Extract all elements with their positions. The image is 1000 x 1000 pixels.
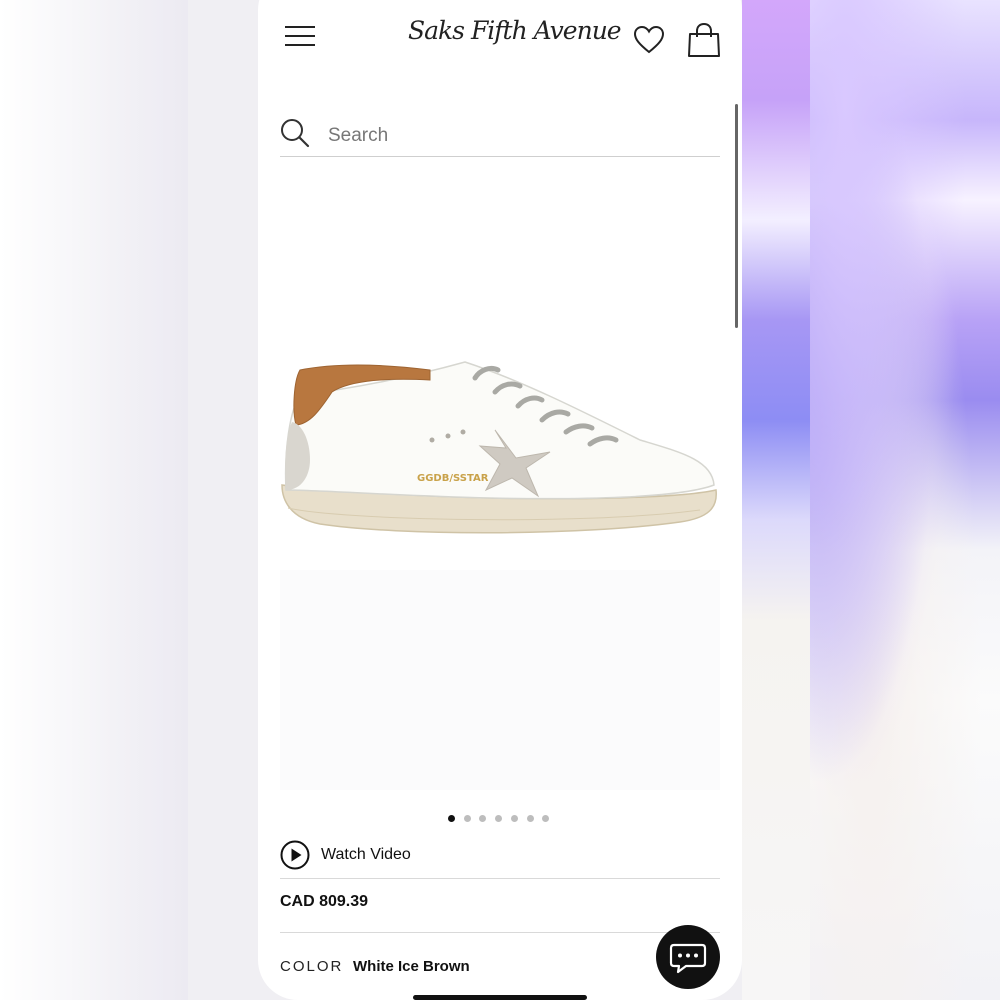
phone-screen: Saks Fifth Avenue Search GGDB/SSTAR Watc… (258, 0, 742, 1000)
site-logo[interactable]: Saks Fifth Avenue (408, 16, 622, 54)
sneaker-illustration: GGDB/SSTAR (281, 361, 717, 534)
product-image[interactable]: GGDB/SSTAR (280, 160, 720, 790)
home-indicator[interactable] (413, 995, 587, 1000)
backdrop-left (0, 0, 188, 1000)
search-input[interactable] (328, 122, 708, 150)
shoe-print: GGDB/SSTAR (417, 473, 489, 484)
play-icon[interactable] (280, 840, 310, 870)
search-bar[interactable] (280, 118, 720, 157)
color-label: COLOR (280, 958, 344, 975)
divider (280, 932, 720, 933)
gallery-dot[interactable] (495, 815, 503, 822)
gallery-dot[interactable] (526, 815, 534, 822)
chat-icon (669, 943, 707, 974)
gallery-pagination[interactable] (448, 815, 568, 825)
color-value: White Ice Brown (353, 958, 470, 975)
product-price: CAD 809.39 (280, 893, 369, 910)
search-icon[interactable] (280, 118, 310, 148)
gallery-dot[interactable] (448, 815, 455, 822)
heart-icon[interactable] (633, 25, 665, 55)
backdrop-right (742, 0, 1000, 1000)
watch-video-button[interactable]: Watch Video (280, 838, 720, 879)
chat-button[interactable] (656, 925, 720, 989)
watch-video-label: Watch Video (321, 846, 411, 863)
gallery-dot[interactable] (542, 815, 550, 822)
scrollbar[interactable] (735, 104, 738, 328)
hamburger-icon[interactable] (285, 26, 315, 48)
shopping-bag-icon[interactable] (687, 22, 721, 58)
gallery-dot[interactable] (479, 815, 487, 822)
gallery-dot[interactable] (463, 815, 471, 822)
gallery-dot[interactable] (510, 815, 518, 822)
